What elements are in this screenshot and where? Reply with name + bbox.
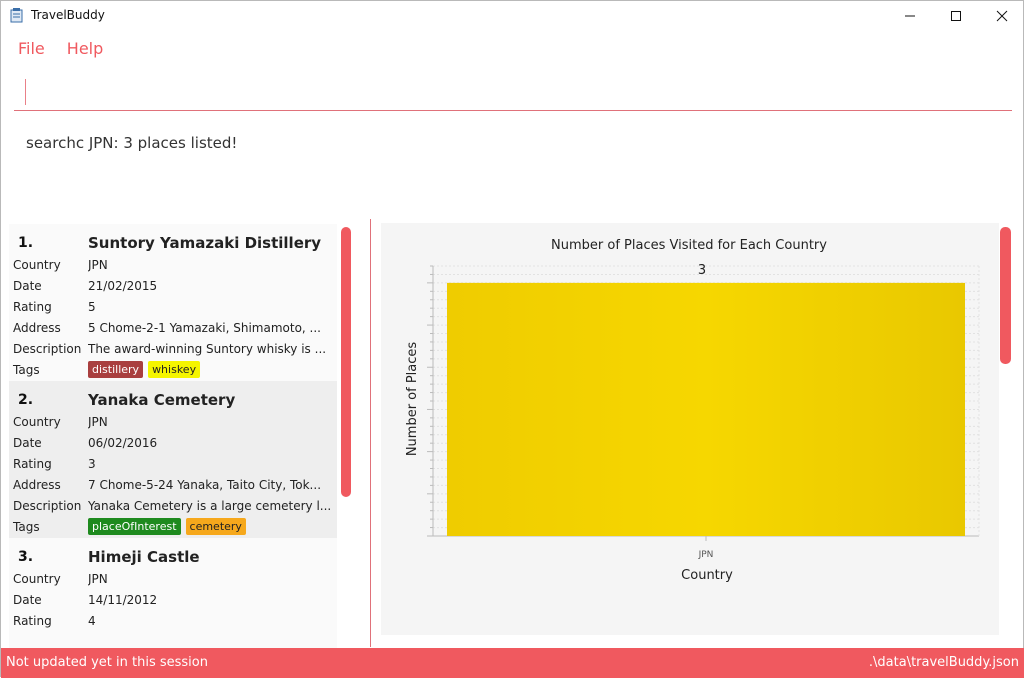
place-name: Suntory Yamazaki Distillery: [88, 234, 322, 252]
description-label: Description: [13, 342, 82, 356]
address-label: Address: [13, 321, 61, 335]
data-label: 3: [698, 263, 706, 278]
country-value: JPN: [88, 572, 108, 586]
sync-status: Not updated yet in this session: [6, 655, 208, 670]
x-axis-label: Country: [681, 568, 733, 583]
y-axis-label: Number of Places: [405, 342, 420, 457]
x-tick-label: JPN: [698, 550, 714, 560]
address-label: Address: [13, 478, 61, 492]
tag-list: placeOfInterest cemetery: [88, 518, 246, 535]
place-index: 3.: [18, 549, 34, 565]
date-label: Date: [13, 593, 42, 607]
description-value: Yanaka Cemetery is a large cemetery l...: [88, 499, 332, 513]
panel-divider[interactable]: [370, 219, 371, 647]
place-card[interactable]: 1. Suntory Yamazaki Distillery Country JP…: [9, 224, 337, 381]
rating-label: Rating: [13, 300, 52, 314]
address-value: 7 Chome-5-24 Yanaka, Taito City, Tok...: [88, 478, 322, 492]
list-scrollbar[interactable]: [341, 227, 351, 497]
app-icon: [10, 8, 23, 23]
text-caret: [25, 79, 26, 105]
chart-title: Number of Places Visited for Each Countr…: [551, 238, 827, 253]
tags-row: Tags: [13, 363, 88, 381]
rating-row: Rating 4: [13, 614, 333, 632]
rating-value: 3: [88, 457, 96, 471]
description-row: Description The award-winning Suntory whi…: [13, 342, 333, 360]
place-name: Yanaka Cemetery: [88, 391, 236, 409]
plot-area: JPN 3: [427, 263, 980, 560]
close-icon: [996, 10, 1008, 22]
country-label: Country: [13, 258, 61, 272]
rating-value: 4: [88, 614, 96, 628]
country-row: Country JPN: [13, 415, 333, 433]
title-bar: TravelBuddy: [1, 1, 1023, 31]
place-card[interactable]: 3. Himeji Castle Country JPN Date 14/11/20…: [9, 538, 337, 649]
minimize-icon: [905, 15, 915, 17]
tag-badge: whiskey: [148, 361, 201, 378]
window-title: TravelBuddy: [31, 8, 105, 22]
bar-chart: Number of Places Visited for Each Countr…: [405, 238, 980, 583]
address-value: 5 Chome-2-1 Yamazaki, Shimamoto, ...: [88, 321, 321, 335]
tags-label: Tags: [13, 520, 40, 534]
description-row: Description Yanaka Cemetery is a large ce…: [13, 499, 333, 517]
command-input[interactable]: [14, 71, 1012, 111]
close-button[interactable]: [979, 1, 1024, 31]
address-row: Address 7 Chome-5-24 Yanaka, Taito City, …: [13, 478, 333, 496]
bar: [447, 282, 965, 536]
country-row: Country JPN: [13, 572, 333, 590]
tag-badge: placeOfInterest: [88, 518, 181, 535]
rating-row: Rating 3: [13, 457, 333, 475]
tag-badge: distillery: [88, 361, 144, 378]
result-display: searchc JPN: 3 places listed!: [26, 134, 238, 152]
menu-bar: File Help: [7, 37, 114, 61]
date-label: Date: [13, 436, 42, 450]
tags-row: Tags: [13, 520, 88, 538]
date-value: 14/11/2012: [88, 593, 158, 607]
date-value: 21/02/2015: [88, 279, 158, 293]
description-label: Description: [13, 499, 82, 513]
maximize-icon: [951, 11, 961, 21]
date-row: Date 14/11/2012: [13, 593, 333, 611]
menu-help[interactable]: Help: [56, 37, 114, 61]
tag-list: distillery whiskey: [88, 361, 201, 378]
place-index: 2.: [18, 392, 34, 408]
rating-value: 5: [88, 300, 96, 314]
country-label: Country: [13, 415, 61, 429]
country-label: Country: [13, 572, 61, 586]
tag-badge: cemetery: [185, 518, 246, 535]
chart-panel: Number of Places Visited for Each Countr…: [381, 223, 999, 635]
menu-file[interactable]: File: [7, 37, 56, 61]
country-value: JPN: [88, 258, 108, 272]
date-row: Date 06/02/2016: [13, 436, 333, 454]
date-row: Date 21/02/2015: [13, 279, 333, 297]
place-name: Himeji Castle: [88, 548, 200, 566]
status-bar: Not updated yet in this session .\data\t…: [1, 648, 1024, 678]
app-window: TravelBuddy File Help searchc JPN: 3 pla…: [0, 0, 1024, 678]
rating-row: Rating 5: [13, 300, 333, 318]
place-list[interactable]: 1. Suntory Yamazaki Distillery Country JP…: [1, 219, 353, 649]
save-location: .\data\travelBuddy.json: [868, 655, 1019, 670]
rating-label: Rating: [13, 614, 52, 628]
date-value: 06/02/2016: [88, 436, 158, 450]
place-card[interactable]: 2. Yanaka Cemetery Country JPN Date 06/02/…: [9, 381, 337, 538]
description-value: The award-winning Suntory whisky is ...: [88, 342, 327, 356]
chart-scrollbar[interactable]: [1000, 227, 1011, 364]
country-row: Country JPN: [13, 258, 333, 276]
date-label: Date: [13, 279, 42, 293]
tags-label: Tags: [13, 363, 40, 377]
address-row: Address 5 Chome-2-1 Yamazaki, Shimamoto, …: [13, 321, 333, 339]
country-value: JPN: [88, 415, 108, 429]
maximize-button[interactable]: [933, 1, 979, 31]
place-index: 1.: [18, 235, 34, 251]
rating-label: Rating: [13, 457, 52, 471]
minimize-button[interactable]: [887, 1, 933, 31]
